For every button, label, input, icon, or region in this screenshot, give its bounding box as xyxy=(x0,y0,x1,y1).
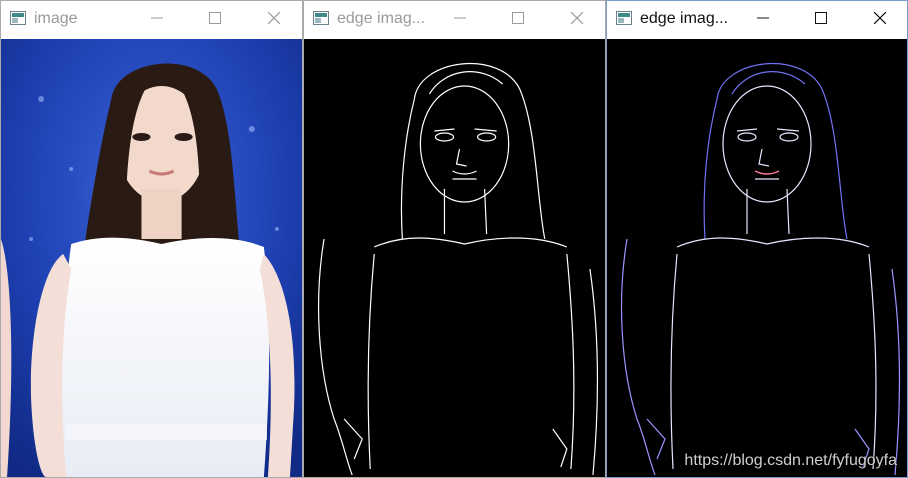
minimize-button[interactable] xyxy=(449,7,471,29)
maximize-icon xyxy=(209,12,221,24)
watermark-text: https://blog.csdn.net/fyfugoyfa xyxy=(684,452,897,469)
close-button[interactable] xyxy=(263,7,285,29)
edge-map xyxy=(317,63,599,476)
maximize-button[interactable] xyxy=(810,7,832,29)
image-window-icon xyxy=(313,11,329,25)
window-title: edge imag... xyxy=(640,10,729,27)
maximize-icon xyxy=(512,12,524,24)
edge-image-window-gray: edge imag... xyxy=(303,0,606,478)
close-icon xyxy=(268,12,280,24)
image-window-icon xyxy=(10,11,26,25)
image-window-icon xyxy=(616,11,632,25)
desktop: image edge imag... edge imag... https://… xyxy=(0,0,908,478)
edge-canvas xyxy=(304,39,605,477)
close-icon xyxy=(571,12,583,24)
title-bar[interactable]: edge imag... xyxy=(304,1,605,37)
maximize-button[interactable] xyxy=(507,7,529,29)
title-bar[interactable]: edge imag... xyxy=(607,1,907,37)
minimize-icon xyxy=(757,17,769,19)
maximize-icon xyxy=(815,12,827,24)
color-edge-map xyxy=(620,63,901,476)
title-bar[interactable]: image xyxy=(1,1,302,37)
portrait-photo xyxy=(1,39,302,477)
window-title: image xyxy=(34,10,78,27)
color-edge-canvas: https://blog.csdn.net/fyfugoyfa xyxy=(607,39,907,477)
image-canvas xyxy=(1,39,302,477)
minimize-button[interactable] xyxy=(752,7,774,29)
close-icon xyxy=(874,12,886,24)
minimize-icon xyxy=(454,17,466,19)
image-window: image xyxy=(0,0,303,478)
window-title: edge imag... xyxy=(337,10,426,27)
close-button[interactable] xyxy=(869,7,891,29)
close-button[interactable] xyxy=(566,7,588,29)
edge-image-window-color: edge imag... https://blog.csdn.net/fyfug… xyxy=(606,0,908,478)
minimize-icon xyxy=(151,17,163,19)
minimize-button[interactable] xyxy=(146,7,168,29)
maximize-button[interactable] xyxy=(204,7,226,29)
